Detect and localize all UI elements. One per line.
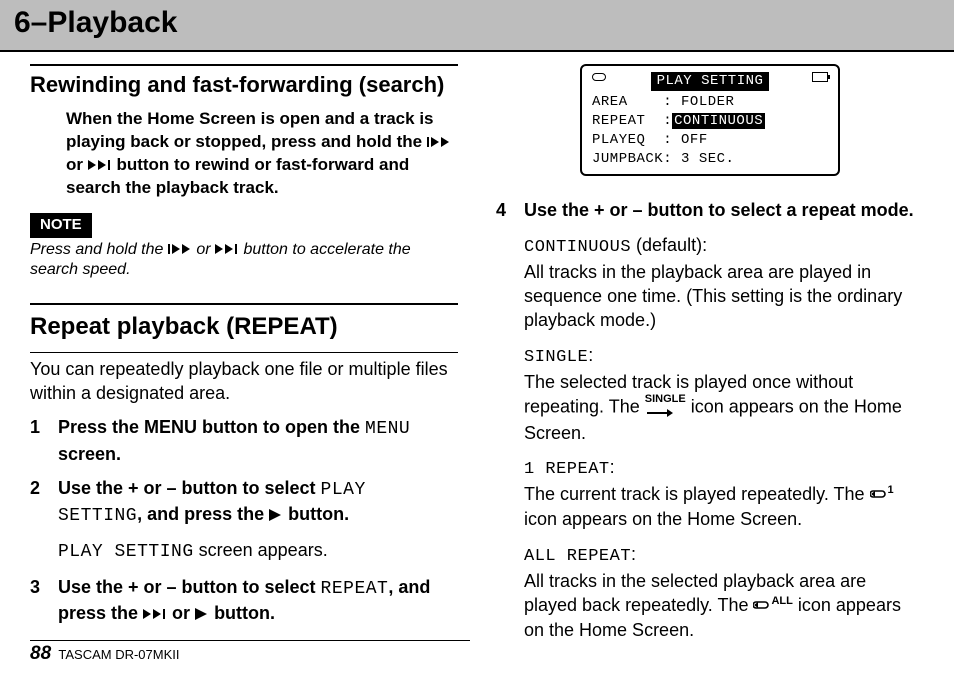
tab-oval-icon: [592, 73, 606, 81]
lcd-screen: PLAY SETTING AREA : FOLDER REPEAT :CONTI…: [580, 64, 840, 176]
lcd-row: JUMPBACK: 3 SEC.: [592, 150, 828, 169]
lcd-row: REPEAT :CONTINUOUS: [592, 112, 828, 131]
divider: [30, 64, 458, 66]
lcd-row: PLAYEQ : OFF: [592, 131, 828, 150]
single-mode-icon: SINGLE: [645, 394, 686, 421]
repeat-intro: You can repeatedly playback one file or …: [30, 357, 458, 406]
step-body: Use the + or – button to select PLAY SET…: [58, 476, 458, 529]
step-4: 4 Use the + or – button to select a repe…: [496, 198, 924, 222]
step-body: Press the MENU button to open the MENU s…: [58, 415, 458, 466]
model-name: TASCAM DR-07MKII: [58, 647, 179, 662]
step-number: 3: [30, 575, 48, 626]
chapter-banner: 6–Playback: [0, 0, 954, 52]
play-icon: [269, 509, 283, 521]
rewind-intro: When the Home Screen is open and a track…: [66, 108, 458, 200]
prev-track-icon: [427, 136, 451, 148]
step-1: 1 Press the MENU button to open the MENU…: [30, 415, 458, 466]
divider: [30, 352, 458, 353]
repeat-all-icon: ALL: [753, 594, 792, 618]
next-track-icon: [215, 243, 239, 255]
left-column: Rewinding and fast-forwarding (search) W…: [30, 64, 458, 653]
step-number: 1: [30, 415, 48, 466]
battery-icon: [812, 72, 828, 82]
mode-allrepeat: ALL REPEAT: All tracks in the selected p…: [524, 542, 924, 643]
section-repeat-head: Repeat playback (REPEAT): [30, 311, 458, 343]
mode-1repeat: 1 REPEAT: The current track is played re…: [524, 455, 924, 532]
play-icon: [195, 608, 209, 620]
page-body: Rewinding and fast-forwarding (search) W…: [0, 52, 954, 653]
note-tag: NOTE: [30, 213, 92, 237]
step-body: Use the + or – button to select a repeat…: [524, 198, 924, 222]
repeat-one-icon: 1: [870, 483, 894, 507]
step-2: 2 Use the + or – button to select PLAY S…: [30, 476, 458, 529]
section-rewind-head: Rewinding and fast-forwarding (search): [30, 70, 458, 100]
lcd-row: AREA : FOLDER: [592, 93, 828, 112]
step-body: Use the + or – button to select REPEAT, …: [58, 575, 458, 626]
step-number: 4: [496, 198, 514, 222]
lcd-title: PLAY SETTING: [651, 72, 770, 91]
next-track-icon: [88, 159, 112, 171]
page-number: 88: [30, 643, 51, 664]
prev-track-icon: [168, 243, 192, 255]
divider: [30, 303, 458, 305]
right-column: PLAY SETTING AREA : FOLDER REPEAT :CONTI…: [496, 64, 924, 653]
mode-single: SINGLE: The selected track is played onc…: [524, 343, 924, 446]
next-track-icon: [143, 608, 167, 620]
step-number: 2: [30, 476, 48, 529]
mode-continuous: CONTINUOUS (default): All tracks in the …: [524, 233, 924, 333]
chapter-title: 6–Playback: [14, 6, 940, 40]
note-text: Press and hold the or button to accelera…: [30, 240, 458, 282]
step-3: 3 Use the + or – button to select REPEAT…: [30, 575, 458, 626]
step-2-sub: PLAY SETTING screen appears.: [58, 538, 458, 564]
page-footer: 88 TASCAM DR-07MKII: [30, 640, 470, 665]
